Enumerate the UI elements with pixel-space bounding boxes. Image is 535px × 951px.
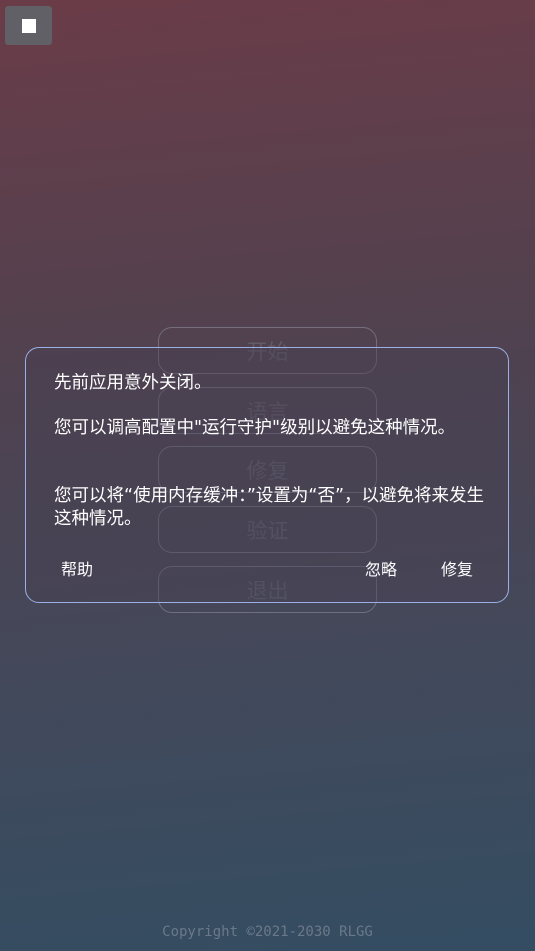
- copyright-text: Copyright ©2021-2030 RLGG: [162, 924, 373, 940]
- crash-dialog: 先前应用意外关闭。 您可以调高配置中"运行守护"级别以避免这种情况。 您可以将“…: [25, 347, 509, 603]
- dialog-message-line1: 先前应用意外关闭。: [54, 373, 212, 393]
- repair-button[interactable]: 修复: [441, 556, 473, 580]
- ignore-button[interactable]: 忽略: [365, 556, 397, 580]
- dialog-message-line2: 您可以调高配置中"运行守护"级别以避免这种情况。: [54, 418, 456, 438]
- stop-button[interactable]: [5, 6, 52, 45]
- help-button[interactable]: 帮助: [61, 556, 93, 580]
- dialog-message-line3: 您可以将“使用内存缓冲：”设置为“否”，以避免将来发生这种情况。: [54, 486, 485, 529]
- stop-icon: [21, 18, 36, 33]
